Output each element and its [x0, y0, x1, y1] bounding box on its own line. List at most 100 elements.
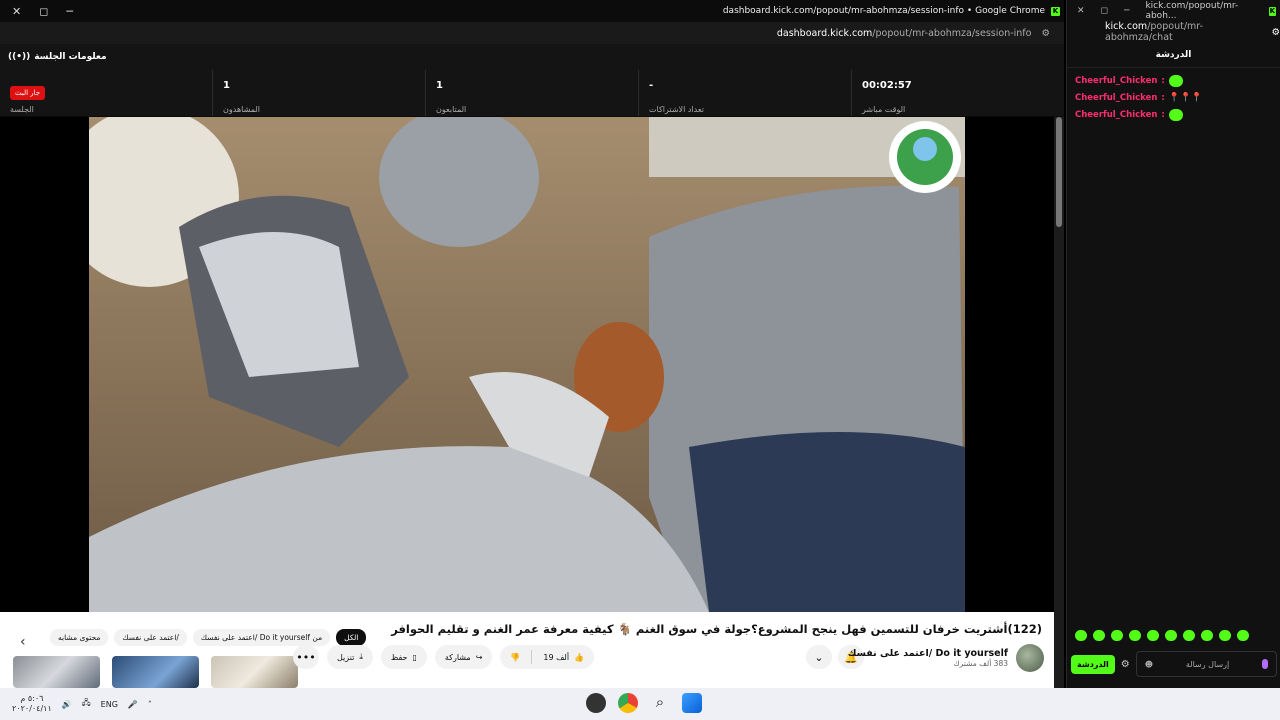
- main-titlebar: ✕ ◻ ─ dashboard.kick.com/popout/mr-abohm…: [0, 0, 1064, 22]
- stat-subscriptions: - تعداد الاشتراكات: [639, 70, 852, 116]
- broadcast-icon: ((•)): [8, 52, 31, 62]
- chevron-down-icon[interactable]: ⌄: [806, 645, 832, 669]
- related-thumbnail[interactable]: [112, 656, 199, 688]
- video-frame[interactable]: [89, 117, 965, 612]
- emote-icon[interactable]: [1219, 630, 1231, 641]
- chat-message: Cheerful_Chicken:: [1067, 72, 1280, 90]
- save-button[interactable]: حفظ ▯: [380, 645, 427, 669]
- youtube-info-panel: (122)أشتريت خرفان للتسمين فهل ينجح المشر…: [0, 612, 1054, 688]
- chat-message-input[interactable]: ☻ إرسال رسالة: [1135, 651, 1277, 677]
- dislike-icon[interactable]: 👎: [510, 653, 520, 662]
- video-title: (122)أشتريت خرفان للتسمين فهل ينجح المشر…: [391, 622, 1042, 636]
- tune-icon[interactable]: ⚙: [1041, 28, 1050, 39]
- video-player[interactable]: [0, 117, 1054, 612]
- chip-channel[interactable]: /اعتمد على نفسك: [114, 629, 187, 646]
- chat-username[interactable]: Cheerful_Chicken: [1075, 76, 1157, 86]
- scrollbar-thumb[interactable]: [1056, 117, 1062, 227]
- divider: [531, 650, 533, 664]
- related-thumbnails: [13, 656, 298, 688]
- chat-send-button[interactable]: الدردشة: [1071, 654, 1115, 674]
- tune-icon[interactable]: ⚙: [1271, 27, 1280, 38]
- restore-icon[interactable]: ◻: [39, 5, 48, 18]
- chat-username[interactable]: Cheerful_Chicken: [1075, 93, 1157, 103]
- system-tray: ٥:٠٦ م ٢٠٢٠/٠٤/١١ 🔊 🖧 ENG 🎤 ˄: [12, 694, 152, 714]
- channel-subs: 383 ألف مشترك: [953, 659, 1008, 668]
- network-icon[interactable]: 🖧: [82, 697, 91, 711]
- language-indicator[interactable]: ENG: [101, 700, 118, 709]
- chevron-up-icon[interactable]: ˄: [148, 700, 152, 709]
- mic-icon[interactable]: [1261, 659, 1268, 669]
- close-icon[interactable]: ✕: [12, 5, 21, 18]
- chat-address-bar[interactable]: kick.com/popout/mr-abohmza/chat ⚙: [1067, 21, 1280, 43]
- minimize-icon[interactable]: ─: [1124, 6, 1129, 16]
- clock[interactable]: ٥:٠٦ م ٢٠٢٠/٠٤/١١: [12, 694, 52, 714]
- stat-label: المشاهدون: [223, 105, 261, 114]
- emote-icon: [1168, 109, 1183, 121]
- volume-icon[interactable]: 🔊: [62, 700, 72, 709]
- taskbar-apps: ⌕: [586, 693, 702, 713]
- emote-icon[interactable]: [1183, 630, 1195, 641]
- os-taskbar: ٥:٠٦ م ٢٠٢٠/٠٤/١١ 🔊 🖧 ENG 🎤 ˄ ⌕: [0, 688, 1280, 720]
- chip-from-channel[interactable]: من Do it yourself /اعتمد على نفسك: [192, 629, 331, 646]
- stat-value: 1: [223, 80, 230, 91]
- stat-value: 1: [436, 80, 443, 91]
- chat-input-row: الدردشة ⚙ ☻ إرسال رسالة: [1071, 650, 1277, 678]
- share-label: مشاركة: [444, 652, 471, 662]
- emote-icon[interactable]: [1201, 630, 1213, 641]
- chevron-left-icon[interactable]: ‹: [20, 634, 26, 650]
- chip-all[interactable]: الكل: [336, 629, 367, 646]
- windows-start-icon[interactable]: [682, 693, 702, 713]
- channel-avatar[interactable]: [1016, 644, 1044, 672]
- video-actions: ••• تنزيل ⤓ حفظ ▯ مشاركة ↪ 👎 19 ألف 👍: [293, 645, 595, 669]
- stat-label: تعداد الاشتراكات: [649, 105, 704, 114]
- related-thumbnail[interactable]: [13, 656, 100, 688]
- smile-icon[interactable]: ☻: [1145, 660, 1153, 669]
- clock-time: ٥:٠٦ م: [20, 694, 44, 703]
- app-icon[interactable]: [586, 693, 606, 713]
- window-title: dashboard.kick.com/popout/mr-abohmza/ses…: [722, 6, 1045, 16]
- restore-icon[interactable]: ◻: [1101, 6, 1108, 16]
- channel-info[interactable]: Do it yourself /اعتمد على نفسك 383 ألف م…: [848, 644, 1044, 672]
- stat-label: المتابعون: [436, 105, 467, 114]
- channel-name[interactable]: Do it yourself /اعتمد على نفسك: [848, 648, 1008, 659]
- minimize-icon[interactable]: ─: [66, 5, 73, 18]
- chat-username[interactable]: Cheerful_Chicken: [1075, 110, 1157, 120]
- kick-logo-icon: K: [1051, 6, 1060, 16]
- session-info-window: ✕ ◻ ─ dashboard.kick.com/popout/mr-abohm…: [0, 0, 1064, 688]
- search-icon[interactable]: ⌕: [650, 693, 670, 713]
- url-domain: dashboard.kick.com: [776, 27, 873, 39]
- emote-icon[interactable]: [1111, 630, 1123, 641]
- address-bar[interactable]: dashboard.kick.com/popout/mr-abohmza/ses…: [0, 22, 1064, 44]
- emote-icon[interactable]: [1129, 630, 1141, 641]
- page-scrollbar[interactable]: [1054, 117, 1064, 688]
- download-icon: ⤓: [359, 652, 363, 661]
- emote-icon[interactable]: [1237, 630, 1249, 641]
- related-thumbnail[interactable]: [211, 656, 298, 688]
- session-header: ((•)) معلومات الجلسة: [0, 44, 1064, 70]
- stat-live: جار البث الجلسة: [0, 70, 213, 116]
- kick-logo-icon: K: [1268, 6, 1276, 16]
- close-icon[interactable]: ✕: [1077, 6, 1085, 16]
- like-count: 19 ألف: [543, 652, 570, 662]
- chrome-icon[interactable]: [618, 693, 638, 713]
- chip-similar[interactable]: محتوى مشابه: [50, 629, 109, 646]
- emote-bar: [1075, 630, 1249, 641]
- gear-icon[interactable]: ⚙: [1121, 659, 1130, 670]
- session-label: الجلسة: [10, 105, 34, 114]
- emote-icon[interactable]: [1165, 630, 1177, 641]
- download-button[interactable]: تنزيل ⤓: [327, 645, 373, 669]
- pin-icon: 📍📍📍: [1168, 93, 1203, 103]
- share-icon: ↪: [475, 652, 483, 662]
- stat-followers: 1 المتابعون: [426, 70, 639, 116]
- like-icon[interactable]: 👍: [574, 653, 584, 662]
- emote-icon[interactable]: [1075, 630, 1087, 641]
- clock-date: ٢٠٢٠/٠٤/١١: [12, 704, 52, 713]
- emote-icon[interactable]: [1147, 630, 1159, 641]
- stat-value: -: [649, 80, 654, 91]
- filter-chips: الكل من Do it yourself /اعتمد على نفسك /…: [50, 629, 367, 646]
- chat-message: Cheerful_Chicken: 📍📍📍: [1075, 93, 1203, 103]
- mic-icon[interactable]: 🎤: [128, 700, 138, 709]
- more-button[interactable]: •••: [293, 645, 319, 669]
- share-button[interactable]: مشاركة ↪: [434, 645, 493, 669]
- emote-icon[interactable]: [1093, 630, 1105, 641]
